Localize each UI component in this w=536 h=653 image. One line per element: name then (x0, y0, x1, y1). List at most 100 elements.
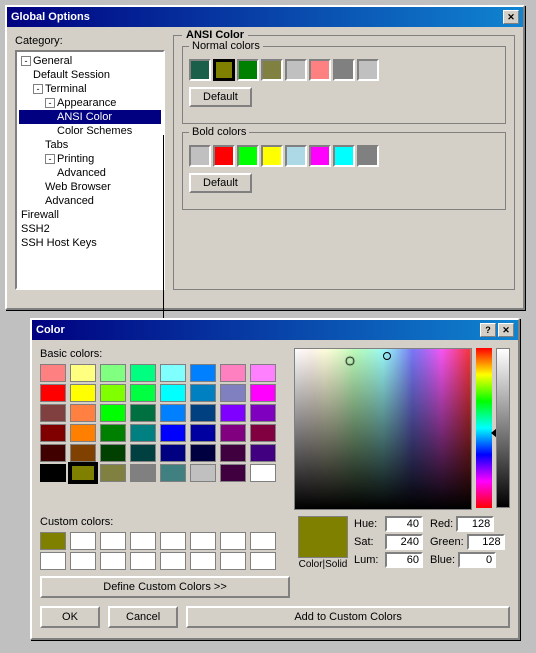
bold-swatch-3[interactable] (261, 145, 283, 167)
custom-swatch-13[interactable] (190, 552, 216, 570)
lum-input[interactable] (385, 552, 423, 568)
custom-swatch-5[interactable] (190, 532, 216, 550)
basic-swatch-4[interactable] (160, 364, 186, 382)
bold-swatch-5[interactable] (309, 145, 331, 167)
basic-swatch-22[interactable] (220, 404, 246, 422)
basic-swatch-41[interactable] (70, 464, 96, 482)
custom-swatch-0[interactable] (40, 532, 66, 550)
tree-advanced[interactable]: Advanced (19, 194, 161, 208)
custom-swatch-7[interactable] (250, 532, 276, 550)
basic-swatch-7[interactable] (250, 364, 276, 382)
tree-general[interactable]: -General (19, 54, 161, 68)
custom-swatch-10[interactable] (100, 552, 126, 570)
basic-swatch-46[interactable] (220, 464, 246, 482)
basic-swatch-43[interactable] (130, 464, 156, 482)
bold-swatch-4[interactable] (285, 145, 307, 167)
basic-swatch-38[interactable] (220, 444, 246, 462)
normal-swatch-5[interactable] (309, 59, 331, 81)
basic-swatch-23[interactable] (250, 404, 276, 422)
basic-swatch-1[interactable] (70, 364, 96, 382)
bold-default-button[interactable]: Default (189, 173, 252, 193)
hue-bar[interactable] (476, 348, 492, 508)
basic-swatch-16[interactable] (40, 404, 66, 422)
cancel-button[interactable]: Cancel (108, 606, 178, 628)
custom-swatch-1[interactable] (70, 532, 96, 550)
expand-terminal[interactable]: - (33, 84, 43, 94)
basic-swatch-33[interactable] (70, 444, 96, 462)
basic-swatch-11[interactable] (130, 384, 156, 402)
basic-swatch-45[interactable] (190, 464, 216, 482)
color-dialog-titlebar[interactable]: Color ? ✕ (32, 320, 518, 340)
normal-swatch-1[interactable] (213, 59, 235, 81)
tree-firewall[interactable]: Firewall (19, 208, 161, 222)
basic-swatch-25[interactable] (70, 424, 96, 442)
close-button[interactable]: ✕ (503, 10, 519, 24)
tree-appearance[interactable]: -Appearance (19, 96, 161, 110)
basic-swatch-6[interactable] (220, 364, 246, 382)
basic-swatch-31[interactable] (250, 424, 276, 442)
normal-swatch-6[interactable] (333, 59, 355, 81)
normal-swatch-4[interactable] (285, 59, 307, 81)
basic-swatch-37[interactable] (190, 444, 216, 462)
bold-swatch-7[interactable] (357, 145, 379, 167)
tree-web-browser[interactable]: Web Browser (19, 180, 161, 194)
basic-swatch-27[interactable] (130, 424, 156, 442)
tree-tabs[interactable]: Tabs (19, 138, 161, 152)
category-tree[interactable]: -General Default Session -Terminal -Appe… (15, 50, 165, 290)
custom-swatch-11[interactable] (130, 552, 156, 570)
tree-default-session[interactable]: Default Session (19, 68, 161, 82)
custom-swatch-12[interactable] (160, 552, 186, 570)
basic-swatch-3[interactable] (130, 364, 156, 382)
sat-input[interactable] (385, 534, 423, 550)
basic-swatch-39[interactable] (250, 444, 276, 462)
basic-swatch-44[interactable] (160, 464, 186, 482)
custom-swatch-3[interactable] (130, 532, 156, 550)
red-input[interactable] (456, 516, 494, 532)
brightness-bar[interactable] (496, 348, 510, 508)
add-custom-button[interactable]: Add to Custom Colors (186, 606, 510, 628)
expand-printing[interactable]: - (45, 154, 55, 164)
custom-swatch-8[interactable] (40, 552, 66, 570)
basic-swatch-13[interactable] (190, 384, 216, 402)
basic-swatch-19[interactable] (130, 404, 156, 422)
basic-swatch-29[interactable] (190, 424, 216, 442)
blue-input[interactable] (458, 552, 496, 568)
custom-swatch-2[interactable] (100, 532, 126, 550)
basic-swatch-32[interactable] (40, 444, 66, 462)
basic-swatch-20[interactable] (160, 404, 186, 422)
custom-swatch-9[interactable] (70, 552, 96, 570)
tree-ansi-color[interactable]: ANSI Color (19, 110, 161, 124)
basic-swatch-30[interactable] (220, 424, 246, 442)
basic-swatch-24[interactable] (40, 424, 66, 442)
tree-ssh-host-keys[interactable]: SSH Host Keys (19, 236, 161, 250)
basic-swatch-28[interactable] (160, 424, 186, 442)
tree-color-schemes[interactable]: Color Schemes (19, 124, 161, 138)
basic-swatch-35[interactable] (130, 444, 156, 462)
basic-swatch-47[interactable] (250, 464, 276, 482)
basic-swatch-34[interactable] (100, 444, 126, 462)
green-input[interactable] (467, 534, 505, 550)
bold-swatch-1[interactable] (213, 145, 235, 167)
basic-swatch-0[interactable] (40, 364, 66, 382)
custom-swatch-15[interactable] (250, 552, 276, 570)
basic-swatch-21[interactable] (190, 404, 216, 422)
basic-swatch-15[interactable] (250, 384, 276, 402)
basic-swatch-40[interactable] (40, 464, 66, 482)
color-spectrum[interactable] (294, 348, 472, 510)
basic-swatch-5[interactable] (190, 364, 216, 382)
basic-swatch-10[interactable] (100, 384, 126, 402)
basic-swatch-42[interactable] (100, 464, 126, 482)
color-close-button[interactable]: ✕ (498, 323, 514, 337)
define-custom-button[interactable]: Define Custom Colors >> (40, 576, 290, 598)
hue-input[interactable] (385, 516, 423, 532)
normal-swatch-0[interactable] (189, 59, 211, 81)
normal-default-button[interactable]: Default (189, 87, 252, 107)
expand-general[interactable]: - (21, 56, 31, 66)
basic-swatch-36[interactable] (160, 444, 186, 462)
normal-swatch-2[interactable] (237, 59, 259, 81)
basic-swatch-26[interactable] (100, 424, 126, 442)
tree-terminal[interactable]: -Terminal (19, 82, 161, 96)
bold-swatch-0[interactable] (189, 145, 211, 167)
tree-printing-advanced[interactable]: Advanced (19, 166, 161, 180)
tree-ssh2[interactable]: SSH2 (19, 222, 161, 236)
